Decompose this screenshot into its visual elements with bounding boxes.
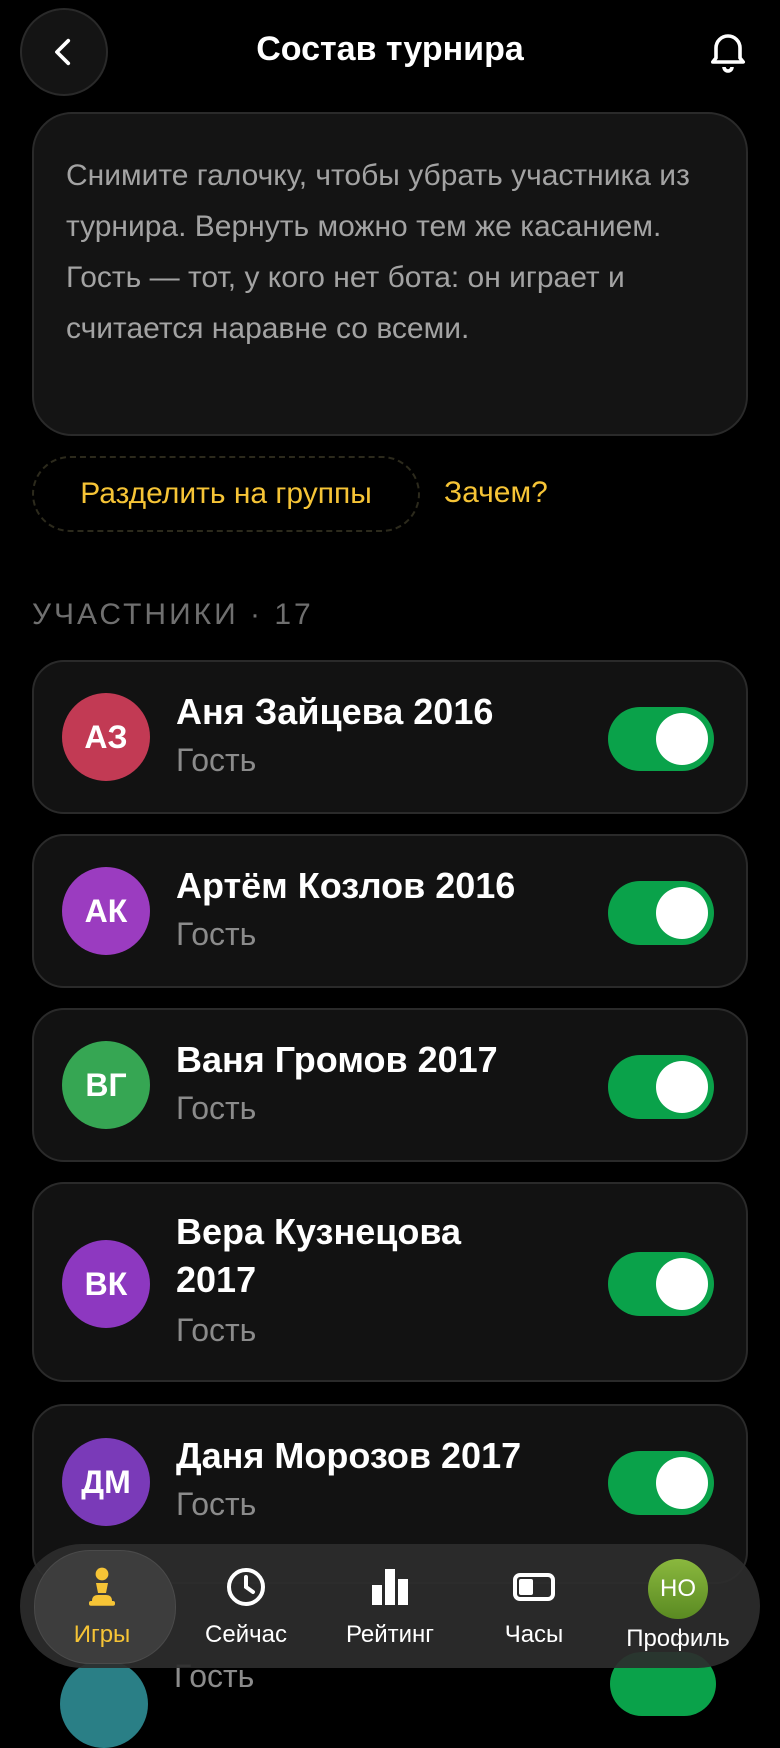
participant-row[interactable]: АК Артём Козлов 2016 Гость: [32, 834, 748, 988]
participant-role: Гость: [176, 1090, 257, 1126]
nav-rating-label: Рейтинг: [345, 1621, 435, 1648]
avatar: ВК: [62, 1240, 150, 1328]
nav-clock[interactable]: Часы: [460, 1544, 608, 1668]
participant-toggle[interactable]: [608, 881, 714, 945]
toggle-knob: [656, 887, 708, 939]
why-link[interactable]: Зачем?: [444, 476, 548, 510]
toggle-knob: [656, 1258, 708, 1310]
participant-name: Аня Зайцева 2016: [176, 691, 494, 732]
bell-icon[interactable]: [704, 26, 752, 74]
participant-name: Артём Козлов 2016: [176, 865, 516, 906]
nav-now[interactable]: Сейчас: [172, 1544, 320, 1668]
avatar: ДМ: [62, 1438, 150, 1526]
clock-icon: [227, 1568, 265, 1606]
participant-role: Гость: [176, 916, 257, 952]
bar-chart-icon: [372, 1569, 408, 1605]
nav-profile[interactable]: НО Профиль: [604, 1544, 752, 1668]
page-title: Состав турнира: [256, 30, 524, 68]
participant-role: Гость: [176, 1312, 257, 1348]
participant-role: Гость: [176, 1486, 257, 1522]
toggle-knob: [656, 713, 708, 765]
participant-toggle[interactable]: [608, 1055, 714, 1119]
nav-games[interactable]: Игры: [28, 1544, 176, 1668]
pawn-icon: [89, 1567, 115, 1606]
chess-clock-icon: [513, 1573, 555, 1601]
participant-row[interactable]: ВГ Ваня Громов 2017 Гость: [32, 1008, 748, 1162]
avatar: [60, 1660, 148, 1748]
participant-name: Даня Морозов 2017: [176, 1435, 522, 1476]
toggle-knob: [656, 1457, 708, 1509]
split-groups-button[interactable]: Разделить на группы: [32, 456, 420, 532]
info-card: Снимите галочку, чтобы убрать участника …: [32, 112, 748, 436]
participant-role: Гость: [176, 742, 257, 778]
nav-profile-label: Профиль: [626, 1625, 730, 1652]
bottom-nav: Игры Сейчас Рейтинг Часы НО Профиль: [20, 1544, 760, 1668]
info-text: Снимите галочку, чтобы убрать участника …: [66, 159, 690, 345]
participant-toggle[interactable]: [608, 1252, 714, 1316]
avatar: АЗ: [62, 693, 150, 781]
nav-now-label: Сейчас: [205, 1621, 287, 1648]
toggle-knob: [656, 1061, 708, 1113]
nav-rating[interactable]: Рейтинг: [316, 1544, 464, 1668]
participant-toggle[interactable]: [608, 707, 714, 771]
participant-name: Вера Кузнецова 2017: [176, 1211, 462, 1300]
profile-avatar: НО: [648, 1559, 708, 1619]
participant-row[interactable]: АЗ Аня Зайцева 2016 Гость: [32, 660, 748, 814]
nav-clock-label: Часы: [504, 1621, 564, 1648]
participants-section-label: УЧАСТНИКИ · 17: [32, 598, 314, 631]
nav-games-label: Игры: [73, 1621, 131, 1648]
participant-name: Ваня Громов 2017: [176, 1039, 498, 1080]
header: Состав турнира: [0, 0, 780, 104]
participant-toggle[interactable]: [608, 1451, 714, 1515]
avatar: АК: [62, 867, 150, 955]
avatar: ВГ: [62, 1041, 150, 1129]
participant-row[interactable]: ВК Вера Кузнецова 2017 Гость: [32, 1182, 748, 1382]
